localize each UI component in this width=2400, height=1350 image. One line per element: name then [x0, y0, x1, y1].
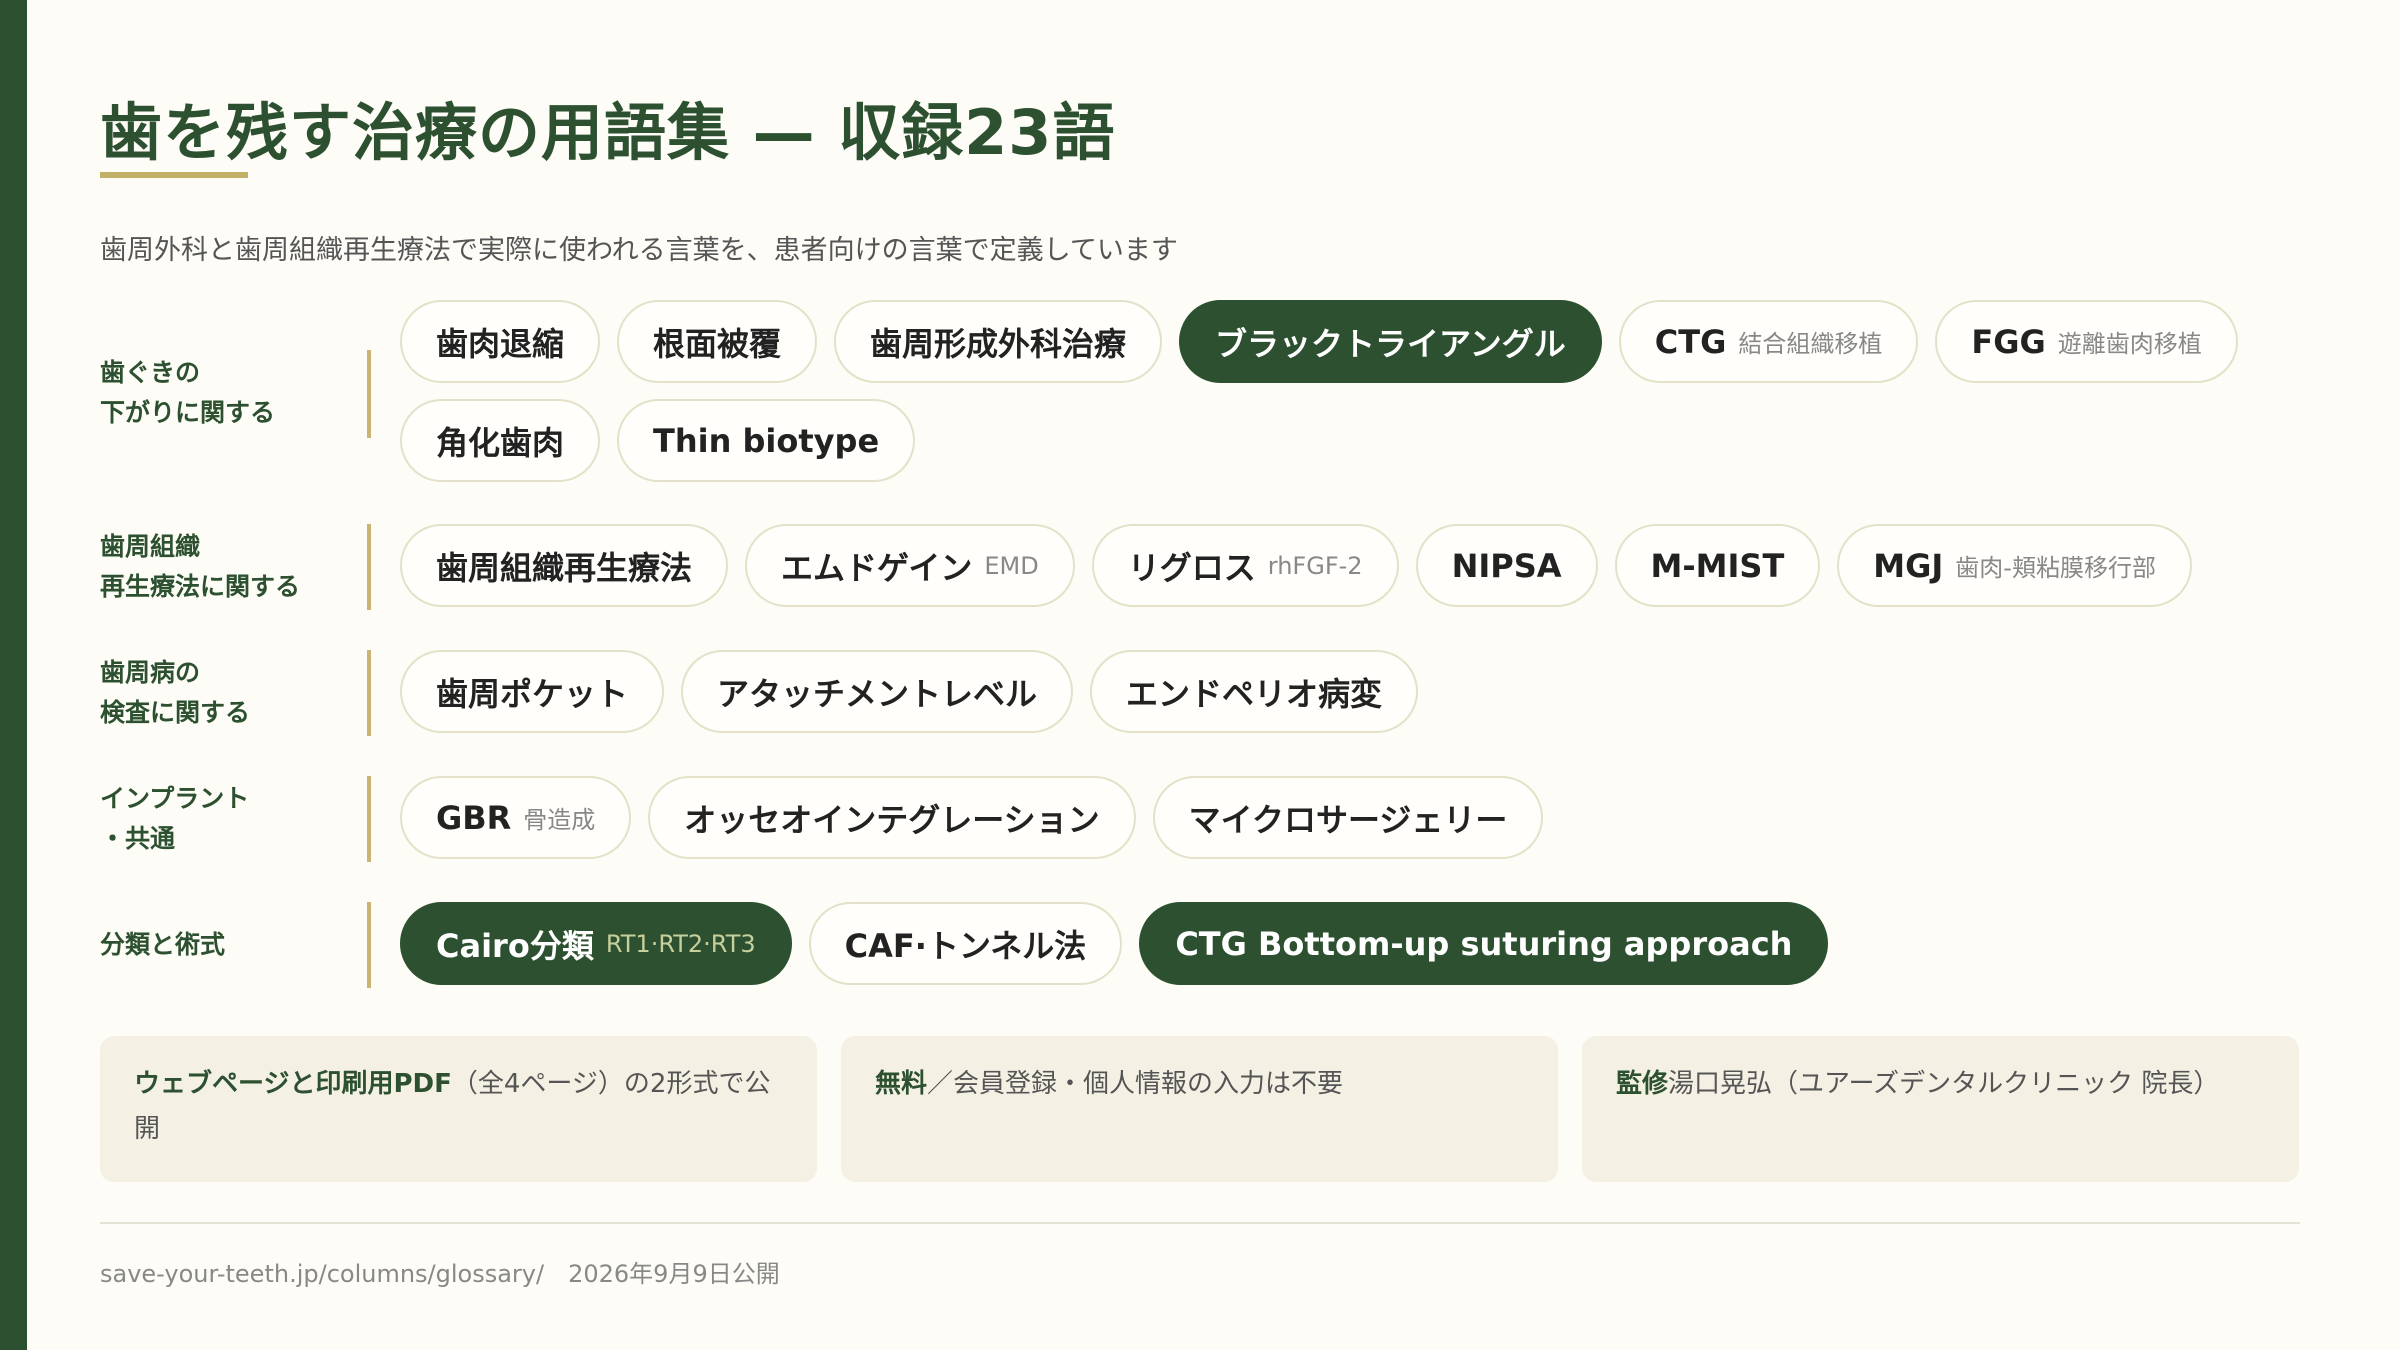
category-label: 歯ぐきの 下がりに関する — [100, 357, 276, 427]
term-label: 歯周形成外科治療 — [870, 324, 1127, 363]
tag-group: GBR 骨造成 オッセオインテグレーション マイクロサージェリー — [400, 776, 2300, 859]
info-box-supervisor: 監修湯口晃弘（ユアーズデンタルクリニック 院長） — [1582, 1036, 2299, 1182]
tag-group: Cairo分類 RT1·RT2·RT3 CAF·トンネル法 CTG Bottom-up… — [400, 902, 2300, 985]
term-tag[interactable]: エンドペリオ病変 — [1090, 650, 1419, 733]
term-tag[interactable]: オッセオインテグレーション — [648, 776, 1136, 859]
info-strong: 監修 — [1616, 1069, 1669, 1099]
tag-group: 歯周ポケット アタッチメントレベル エンドペリオ病変 — [400, 650, 2300, 733]
info-box-format: ウェブページと印刷用PDF（全4ページ）の2形式で公開 — [100, 1036, 817, 1182]
title-underline — [100, 172, 248, 178]
term-label: オッセオインテグレーション — [684, 800, 1100, 839]
term-tag[interactable]: CAF·トンネル法 — [808, 902, 1123, 985]
footer-date: 2026年9月9日公開 — [568, 1260, 780, 1288]
footer-url[interactable]: save-your-teeth.jp/columns/glossary/ — [100, 1260, 544, 1288]
footer: save-your-teeth.jp/columns/glossary/2026… — [100, 1254, 780, 1289]
category-label: 分類と術式 — [100, 930, 226, 959]
term-label: 根面被覆 — [653, 324, 782, 363]
category-label: 歯周病の 検査に関する — [100, 658, 251, 727]
term-sublabel: RT1·RT2·RT3 — [605, 929, 756, 958]
term-tag[interactable]: CTG 結合組織移植 — [1618, 300, 1919, 383]
tag-group: 歯肉退縮 根面被覆 歯周形成外科治療 ブラックトライアングル CTG 結合組織移植 FGG 遊… — [400, 300, 2300, 482]
term-label: Cairo分類 — [436, 926, 594, 965]
term-sublabel: 結合組織移植 — [1738, 330, 1883, 358]
term-tag[interactable]: FGG 遊離歯肉移植 — [1935, 300, 2238, 383]
term-label: CTG Bottom-up suturing approach — [1175, 924, 1793, 963]
term-tag[interactable]: マイクロサージェリー — [1152, 776, 1544, 859]
tag-group: 歯周組織再生療法 エムドゲイン EMD リグロス rhFGF-2 NIPSA M-MIST M… — [400, 524, 2300, 607]
term-tag[interactable]: Cairo分類 RT1·RT2·RT3 — [400, 902, 792, 985]
category-classification: 分類と術式 Cairo分類 RT1·RT2·RT3 CAF·トンネル法 CTG Bot… — [100, 902, 2300, 988]
term-tag[interactable]: NIPSA — [1415, 524, 1598, 607]
term-label: Thin biotype — [653, 421, 880, 460]
term-tag[interactable]: リグロス rhFGF-2 — [1091, 524, 1399, 607]
category-divider — [367, 350, 371, 438]
category-regeneration: 歯周組織 再生療法に関する 歯周組織再生療法 エムドゲイン EMD リグロス rhFGF… — [100, 524, 2300, 610]
term-tag[interactable]: ブラックトライアングル — [1179, 300, 1602, 383]
term-label: ブラックトライアングル — [1215, 324, 1566, 363]
category-divider — [367, 902, 371, 988]
category-divider — [367, 650, 371, 736]
term-label: GBR — [436, 798, 512, 837]
term-tag[interactable]: CTG Bottom-up suturing approach — [1139, 902, 1829, 985]
term-tag[interactable]: 角化歯肉 — [400, 399, 601, 482]
term-tag[interactable]: 根面被覆 — [617, 300, 818, 383]
category-implant-common: インプラント ・共通 GBR 骨造成 オッセオインテグレーション マイクロサージェリー — [100, 776, 2300, 862]
term-label: アタッチメントレベル — [717, 674, 1038, 713]
term-label: MGJ — [1873, 546, 1944, 585]
term-label: CAF·トンネル法 — [844, 926, 1087, 965]
glossary-page: 歯を残す治療の用語集 — 収録23語 歯周外科と歯周組織再生療法で実際に使われる… — [0, 0, 2400, 1350]
info-boxes: ウェブページと印刷用PDF（全4ページ）の2形式で公開 無料／会員登録・個人情報… — [100, 1036, 2300, 1182]
info-text: 湯口晃弘（ユアーズデンタルクリニック 院長） — [1668, 1069, 2220, 1099]
info-strong: ウェブページと印刷用PDF — [134, 1069, 452, 1099]
footer-divider — [100, 1222, 2300, 1224]
term-label: NIPSA — [1451, 546, 1562, 585]
info-text: ／会員登録・個人情報の入力は不要 — [927, 1069, 1344, 1099]
term-label: 歯周組織再生療法 — [436, 548, 693, 587]
page-title: 歯を残す治療の用語集 — 収録23語 — [100, 96, 1116, 169]
term-tag[interactable]: GBR 骨造成 — [400, 776, 632, 859]
term-label: CTG — [1654, 322, 1727, 361]
term-label: FGG — [1971, 322, 2046, 361]
term-sublabel: 骨造成 — [523, 806, 596, 834]
term-tag[interactable]: M-MIST — [1614, 524, 1821, 607]
category-label: インプラント ・共通 — [100, 784, 250, 853]
term-tag[interactable]: Thin biotype — [617, 399, 916, 482]
term-sublabel: rhFGF-2 — [1267, 551, 1363, 580]
category-divider — [367, 524, 371, 610]
term-tag[interactable]: MGJ 歯肉-頬粘膜移行部 — [1837, 524, 2192, 607]
left-accent-bar — [0, 0, 27, 1350]
term-sublabel: 遊離歯肉移植 — [2057, 330, 2202, 358]
term-tag[interactable]: 歯周組織再生療法 — [400, 524, 729, 607]
term-label: 歯周ポケット — [436, 674, 629, 713]
term-sublabel: 歯肉-頬粘膜移行部 — [1955, 554, 2156, 582]
category-label: 歯周組織 再生療法に関する — [100, 532, 301, 601]
term-label: リグロス — [1127, 548, 1256, 587]
term-label: エンドペリオ病変 — [1126, 674, 1383, 713]
term-tag[interactable]: アタッチメントレベル — [681, 650, 1074, 733]
category-examination: 歯周病の 検査に関する 歯周ポケット アタッチメントレベル エンドペリオ病変 — [100, 650, 2300, 736]
term-label: エムドゲイン — [781, 548, 973, 587]
term-label: 歯肉退縮 — [436, 324, 565, 363]
info-box-free: 無料／会員登録・個人情報の入力は不要 — [841, 1036, 1558, 1182]
page-subtitle: 歯周外科と歯周組織再生療法で実際に使われる言葉を、患者向けの言葉で定義しています — [100, 235, 1178, 266]
term-label: 角化歯肉 — [436, 423, 565, 462]
term-tag[interactable]: エムドゲイン EMD — [745, 524, 1075, 607]
term-tag[interactable]: 歯周形成外科治療 — [834, 300, 1163, 383]
term-label: M-MIST — [1650, 546, 1785, 585]
category-gum-recession: 歯ぐきの 下がりに関する 歯肉退縮 根面被覆 歯周形成外科治療 ブラックトライアングル… — [100, 300, 2300, 485]
term-sublabel: EMD — [984, 551, 1039, 580]
term-tag[interactable]: 歯肉退縮 — [400, 300, 601, 383]
term-label: マイクロサージェリー — [1188, 800, 1508, 839]
category-divider — [367, 776, 371, 862]
term-tag[interactable]: 歯周ポケット — [400, 650, 665, 733]
info-strong: 無料 — [875, 1069, 928, 1099]
